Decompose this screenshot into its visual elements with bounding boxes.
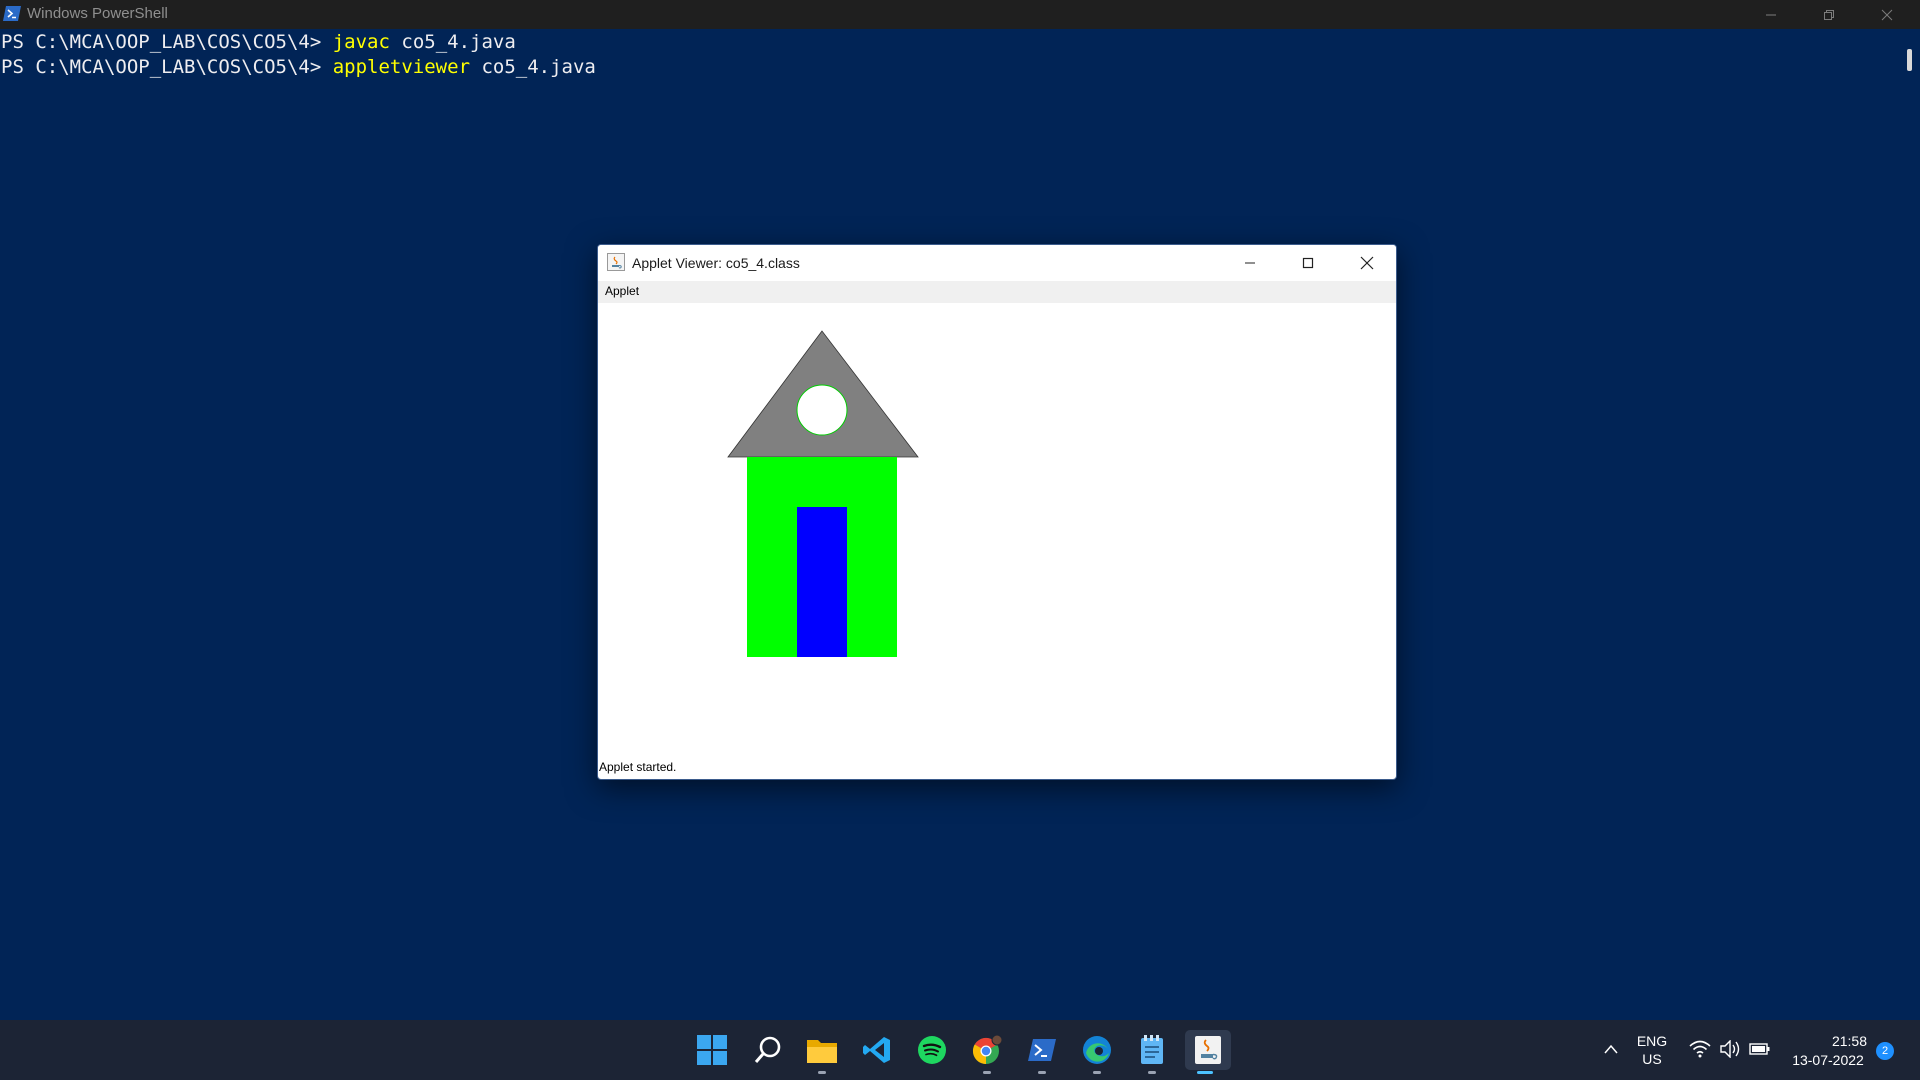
command-text: appletviewer [332,56,471,78]
restore-icon [1824,9,1834,20]
spotify-button[interactable] [912,1030,952,1070]
notepad-button[interactable] [1132,1030,1172,1074]
applet-canvas [598,303,1396,779]
running-indicator [818,1071,826,1074]
running-indicator [1038,1071,1046,1074]
start-icon [697,1035,727,1065]
language-indicator[interactable]: ENG US [1632,1032,1672,1068]
powershell-titlebar[interactable]: Windows PowerShell [0,0,1920,29]
language-code: ENG [1636,1033,1668,1049]
battery-icon[interactable] [1749,1042,1771,1056]
clock[interactable]: 21:58 13-07-2022 [1784,1032,1872,1070]
chevron-up-icon[interactable] [1603,1043,1619,1055]
house-door [797,507,847,657]
running-indicator [1093,1071,1101,1074]
running-indicator [1148,1071,1156,1074]
chrome-button[interactable] [967,1030,1007,1074]
powershell-icon [3,6,21,21]
command-text: javac [332,31,390,53]
clock-date: 13-07-2022 [1792,1052,1864,1068]
console-line: PS C:\MCA\OOP_LAB\COS\CO5\4> appletviewe… [1,55,596,80]
minimize-icon [1245,262,1255,264]
start-button[interactable] [692,1030,732,1070]
close-button[interactable] [1858,0,1916,29]
minimize-icon [1766,14,1776,15]
region-code: US [1642,1051,1662,1067]
search-button[interactable] [748,1030,788,1070]
scrollbar-thumb[interactable] [1907,49,1912,71]
command-args: co5_4.java [470,56,596,78]
java-button[interactable] [1185,1030,1231,1074]
vscode-icon [863,1037,890,1063]
chrome-icon [972,1034,1003,1065]
applet-close-button[interactable] [1338,245,1396,281]
vscode-button[interactable] [857,1030,897,1070]
window-title: Windows PowerShell [27,5,168,22]
close-icon [1360,256,1374,270]
java-icon [1195,1036,1221,1064]
minimize-button[interactable] [1742,0,1800,29]
command-args: co5_4.java [389,31,516,53]
status-text: Applet started. [599,760,677,774]
powershell-button[interactable] [1022,1030,1062,1074]
clock-time: 21:58 [1831,1033,1867,1049]
wifi-icon[interactable] [1689,1040,1711,1058]
active-indicator [1197,1071,1213,1074]
applet-title: Applet Viewer: co5_4.class [632,255,800,271]
applet-menubar: Applet [598,281,1396,303]
applet-minimize-button[interactable] [1221,245,1279,281]
applet-maximize-button[interactable] [1279,245,1337,281]
notepad-icon [1141,1035,1163,1064]
restore-button[interactable] [1800,0,1858,29]
search-icon [754,1036,781,1063]
powershell-icon [1028,1039,1056,1061]
close-icon [1881,9,1893,20]
console-line: PS C:\MCA\OOP_LAB\COS\CO5\4> javac co5_4… [1,30,516,55]
maximize-icon [1302,257,1314,269]
prompt-text: PS C:\MCA\OOP_LAB\COS\CO5\4> [1,31,333,53]
volume-icon[interactable] [1719,1040,1741,1058]
edge-icon [1083,1036,1111,1064]
spotify-icon [918,1036,946,1064]
edge-button[interactable] [1077,1030,1117,1074]
running-indicator [983,1071,991,1074]
file-explorer-icon [807,1040,837,1063]
file-explorer-button[interactable] [802,1030,842,1074]
applet-titlebar[interactable]: Applet Viewer: co5_4.class [598,245,1396,281]
java-icon [607,253,625,271]
applet-viewer-window[interactable]: Applet Viewer: co5_4.class Applet Applet… [597,244,1397,780]
notification-badge[interactable]: 2 [1876,1042,1894,1060]
house-window [796,384,848,436]
prompt-text: PS C:\MCA\OOP_LAB\COS\CO5\4> [1,56,333,78]
taskbar: ENG US 21:58 13-07-2022 [0,1020,1920,1080]
house-drawing [727,330,919,657]
applet-menu[interactable]: Applet [605,284,639,298]
